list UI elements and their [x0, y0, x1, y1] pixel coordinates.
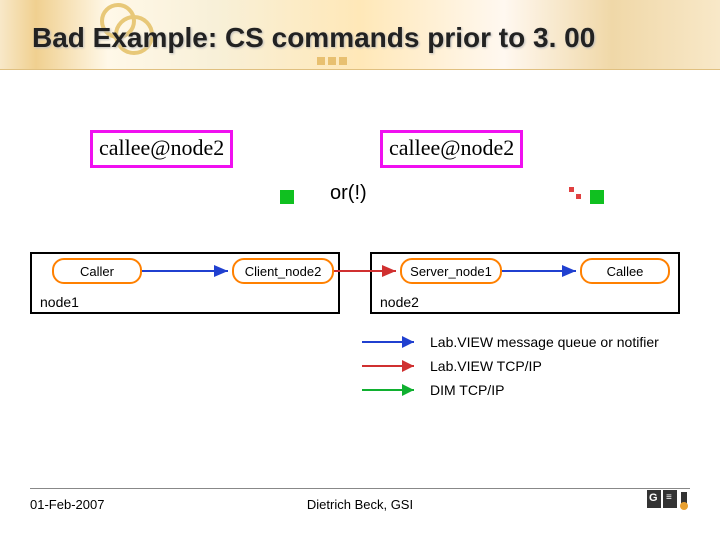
callee-box-right: callee@node2: [380, 130, 523, 168]
green-square-icon: [280, 190, 294, 204]
header-squares-decoration: [317, 52, 350, 70]
or-label: or(!): [330, 182, 367, 205]
green-square-icon: [590, 190, 604, 204]
legend-label-2: Lab.VIEW TCP/IP: [430, 358, 542, 374]
legend-swatch-green: [360, 383, 420, 397]
legend-swatch-blue: [360, 335, 420, 349]
footer-divider: [30, 488, 690, 489]
server-oval: Server_node1: [400, 258, 502, 284]
node2-caption: node2: [380, 294, 419, 310]
caller-oval: Caller: [52, 258, 142, 284]
node1-caption: node1: [40, 294, 79, 310]
legend-swatch-red: [360, 359, 420, 373]
legend-row-3: DIM TCP/IP: [360, 378, 659, 402]
callee-box-left: callee@node2: [90, 130, 233, 168]
gsi-logo: [646, 490, 690, 508]
legend: Lab.VIEW message queue or notifier Lab.V…: [360, 330, 659, 402]
red-dot-icon: [569, 187, 574, 192]
middle-examples: callee@node2 callee@node2 or(!): [0, 110, 720, 230]
legend-label-1: Lab.VIEW message queue or notifier: [430, 334, 659, 350]
diagram-area: node1 node2 Caller Client_node2 Server_n…: [0, 252, 720, 342]
legend-label-3: DIM TCP/IP: [430, 382, 504, 398]
slide-title: Bad Example: CS commands prior to 3. 00: [32, 22, 595, 54]
legend-row-2: Lab.VIEW TCP/IP: [360, 354, 659, 378]
callee-oval: Callee: [580, 258, 670, 284]
legend-row-1: Lab.VIEW message queue or notifier: [360, 330, 659, 354]
header-divider: [0, 69, 720, 70]
client-oval: Client_node2: [232, 258, 334, 284]
footer-author: Dietrich Beck, GSI: [0, 497, 720, 512]
red-dot-icon: [576, 194, 581, 199]
